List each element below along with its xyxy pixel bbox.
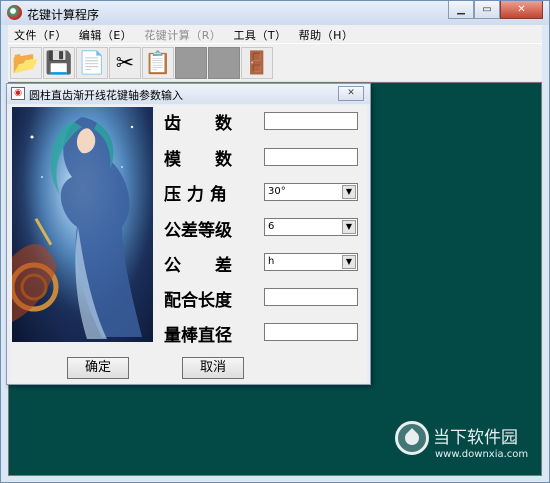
- close-button[interactable]: ✕: [500, 1, 543, 19]
- copy-button[interactable]: 📄: [76, 47, 108, 79]
- fit-length-input[interactable]: [264, 288, 358, 306]
- pressure-angle-select[interactable]: 30° ▼: [264, 183, 358, 201]
- cancel-button[interactable]: 取消: [182, 357, 244, 379]
- close-icon: ✕: [517, 4, 526, 15]
- fantasy-figure-illustration: [12, 107, 153, 342]
- main-window: 花键计算程序 ▁ ▭ ✕ 文件（F） 编辑（E） 花键计算（R） 工具（T） 帮…: [0, 0, 550, 483]
- dropdown-arrow-icon[interactable]: ▼: [342, 185, 356, 199]
- ok-button[interactable]: 确定: [67, 357, 129, 379]
- gauge-diameter-input[interactable]: [264, 323, 358, 341]
- module-input[interactable]: [264, 148, 358, 166]
- window-title: 花键计算程序: [27, 8, 100, 22]
- dialog-title: 圆柱直齿渐开线花键轴参数输入: [29, 89, 183, 102]
- maximize-button[interactable]: ▭: [474, 1, 500, 19]
- paste-icon: 📋: [144, 50, 172, 76]
- dialog-app-icon: ◉: [11, 87, 25, 100]
- disabled-button-1[interactable]: [175, 47, 207, 79]
- save-button[interactable]: 💾: [43, 47, 75, 79]
- module-label: 模 数: [164, 150, 232, 170]
- toolbar: 📂 💾 📄 ✂ 📋 🚪: [8, 43, 542, 81]
- caption-buttons: ▁ ▭ ✕: [448, 1, 543, 19]
- maximize-icon: ▭: [482, 4, 492, 15]
- menu-edit[interactable]: 编辑（E）: [73, 25, 138, 43]
- dialog-title-bar: ◉ 圆柱直齿渐开线花键轴参数输入 ✕: [7, 84, 370, 104]
- cut-button[interactable]: ✂: [109, 47, 141, 79]
- copy-icon: 📄: [78, 50, 106, 76]
- cut-scissors-icon: ✂: [115, 50, 135, 76]
- menu-file[interactable]: 文件（F）: [8, 25, 73, 43]
- watermark-logo-icon: [395, 421, 429, 455]
- exit-button[interactable]: 🚪: [241, 47, 273, 79]
- dropdown-arrow-icon[interactable]: ▼: [342, 220, 356, 234]
- tolerance-value: h: [268, 256, 275, 267]
- tolerance-grade-select[interactable]: 6 ▼: [264, 218, 358, 236]
- gauge-diameter-label: 量棒直径: [164, 326, 232, 346]
- teeth-input[interactable]: [264, 112, 358, 130]
- tolerance-select[interactable]: h ▼: [264, 253, 358, 271]
- watermark-url: www.downxia.com: [435, 449, 529, 460]
- pressure-angle-value: 30°: [268, 186, 286, 197]
- teeth-label: 齿 数: [164, 114, 232, 134]
- app-icon: [7, 5, 22, 20]
- menu-help[interactable]: 帮助（H）: [293, 25, 360, 43]
- open-button[interactable]: 📂: [10, 47, 42, 79]
- fit-length-label: 配合长度: [164, 291, 232, 311]
- exit-door-icon: 🚪: [243, 50, 271, 76]
- menu-spline-calc[interactable]: 花键计算（R）: [138, 25, 227, 43]
- tolerance-label: 公 差: [164, 256, 232, 276]
- menu-tools[interactable]: 工具（T）: [227, 25, 292, 43]
- parameter-dialog: ◉ 圆柱直齿渐开线花键轴参数输入 ✕ 齿 数 模 数 压 力 角 30° ▼ 公…: [6, 83, 371, 385]
- decorative-image: [12, 107, 153, 342]
- minimize-button[interactable]: ▁: [448, 1, 474, 19]
- minimize-icon: ▁: [457, 4, 465, 15]
- open-folder-icon: 📂: [12, 50, 40, 76]
- dialog-body: 齿 数 模 数 压 力 角 30° ▼ 公差等级 6 ▼ 公 差 h ▼ 配合长…: [10, 105, 367, 383]
- title-bar: 花键计算程序 ▁ ▭ ✕: [1, 1, 549, 25]
- dropdown-arrow-icon[interactable]: ▼: [342, 255, 356, 269]
- disabled-button-2[interactable]: [208, 47, 240, 79]
- tolerance-grade-value: 6: [268, 221, 275, 232]
- menu-bar: 文件（F） 编辑（E） 花键计算（R） 工具（T） 帮助（H）: [8, 25, 542, 43]
- tolerance-grade-label: 公差等级: [164, 221, 232, 241]
- close-icon: ✕: [347, 88, 355, 98]
- pressure-angle-label: 压 力 角: [164, 185, 227, 205]
- dialog-close-button[interactable]: ✕: [338, 86, 364, 101]
- save-disk-icon: 💾: [45, 50, 73, 76]
- watermark-title: 当下软件园: [433, 428, 518, 448]
- paste-button[interactable]: 📋: [142, 47, 174, 79]
